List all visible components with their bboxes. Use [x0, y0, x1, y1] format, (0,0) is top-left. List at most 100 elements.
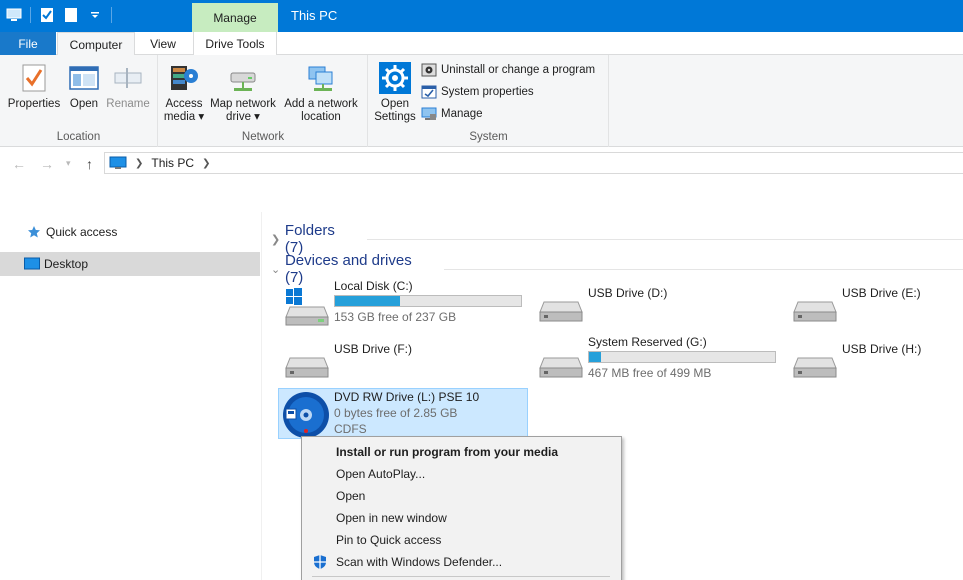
tab-computer[interactable]: Computer — [57, 32, 135, 56]
usb-drive-icon — [792, 348, 838, 388]
group-label-location: Location — [56, 131, 101, 143]
properties-check-icon[interactable] — [39, 6, 55, 24]
usb-drive-icon — [538, 292, 584, 332]
toolbar-divider — [30, 7, 31, 23]
menu-item-pin-quick-access[interactable]: Pin to Quick access — [302, 529, 621, 551]
quick-access-label: Quick access — [46, 225, 118, 239]
pane-splitter[interactable] — [261, 212, 262, 580]
windows-hard-drive-icon — [284, 287, 330, 327]
drive-c-usage-bar — [334, 295, 522, 307]
usb-drive-icon — [792, 292, 838, 332]
menu-item-install-run[interactable]: Install or run program from your media — [302, 441, 621, 463]
manage-context-tab[interactable]: Manage — [192, 3, 278, 32]
context-menu: Install or run program from your media O… — [301, 436, 622, 580]
desktop-icon — [24, 256, 40, 272]
tab-file[interactable]: File — [0, 32, 56, 55]
nav-item-desktop[interactable]: Desktop — [0, 252, 260, 276]
drive-d-name: USB Drive (D:) — [588, 286, 668, 300]
add-location-label-1: Add a network — [284, 98, 358, 110]
drive-h-name: USB Drive (H:) — [842, 342, 922, 356]
breadcrumb-this-pc[interactable]: This PC — [151, 156, 194, 170]
folders-section-header[interactable]: ❯ Folders (7) — [271, 222, 963, 256]
usb-drive-icon — [284, 348, 330, 388]
open-settings-label-1: Open — [380, 98, 410, 110]
drive-c[interactable]: Local Disk (C:) 153 GB free of 237 GB — [278, 279, 528, 329]
menu-item-scan-defender[interactable]: Scan with Windows Defender... — [302, 551, 621, 573]
system-properties-icon — [421, 84, 437, 100]
nav-item-quick-access[interactable]: Quick access — [0, 220, 260, 244]
open-settings-label-2: Settings — [374, 111, 416, 123]
network-drive-icon — [227, 61, 259, 95]
toolbar-divider — [111, 7, 112, 23]
address-bar[interactable]: ❯ This PC ❯ — [104, 152, 963, 174]
menu-separator — [312, 576, 610, 577]
quick-access-toolbar — [6, 6, 112, 24]
drive-g-name: System Reserved (G:) — [588, 335, 707, 349]
drive-f-name: USB Drive (F:) — [334, 342, 412, 356]
open-window-icon — [68, 61, 100, 95]
ribbon-group-network: Access media ▾ Map network drive ▾ Add a… — [159, 55, 368, 147]
drive-c-free-space: 153 GB free of 237 GB — [334, 310, 457, 324]
menu-item-open-new-window[interactable]: Open in new window — [302, 507, 621, 529]
computer-management-icon — [421, 106, 437, 122]
star-icon — [26, 224, 42, 240]
drive-c-name: Local Disk (C:) — [334, 279, 413, 293]
uninstall-program-button[interactable]: Uninstall or change a program — [421, 61, 595, 79]
computer-icon[interactable] — [6, 6, 22, 24]
drive-g[interactable]: System Reserved (G:) 467 MB free of 499 … — [532, 335, 782, 385]
drive-h[interactable]: USB Drive (H:) — [786, 342, 963, 392]
properties-button[interactable]: Properties — [6, 61, 62, 111]
breadcrumb-chevron-icon[interactable]: ❯ — [135, 158, 143, 169]
manage-button[interactable]: Manage — [421, 105, 483, 123]
drive-f[interactable]: USB Drive (F:) — [278, 342, 528, 392]
manage-label: Manage — [441, 108, 483, 120]
customize-toolbar-chevron-icon[interactable] — [87, 6, 103, 24]
drive-l-free-space: 0 bytes free of 2.85 GB — [334, 406, 458, 420]
drive-g-usage-bar — [588, 351, 776, 363]
open-button[interactable]: Open — [66, 61, 102, 111]
recent-locations-chevron-icon[interactable]: ▾ — [66, 158, 71, 169]
rename-button[interactable]: Rename — [104, 61, 152, 111]
drive-c-usage-fill — [335, 296, 401, 306]
tab-view[interactable]: View — [140, 32, 186, 55]
ribbon-group-location: Properties Open Rename Location — [0, 55, 158, 147]
drive-g-free-space: 467 MB free of 499 MB — [588, 366, 712, 380]
chevron-right-icon: ❯ — [271, 233, 281, 246]
drive-d[interactable]: USB Drive (D:) — [532, 286, 782, 336]
system-properties-button[interactable]: System properties — [421, 83, 534, 101]
back-arrow-icon[interactable]: ← — [12, 156, 26, 172]
access-media-button[interactable]: Access media ▾ — [163, 61, 205, 124]
map-drive-label-1: Map network — [210, 98, 276, 110]
access-media-label-2: media ▾ — [163, 111, 205, 123]
window-title: This PC — [291, 8, 338, 23]
group-label-network: Network — [241, 131, 285, 143]
open-settings-button[interactable]: Open Settings — [371, 61, 419, 124]
ribbon-group-system: Open Settings Uninstall or change a prog… — [369, 55, 609, 147]
add-location-label-2: location — [301, 111, 341, 123]
group-label-system: System — [469, 131, 508, 143]
hard-drive-icon — [538, 348, 584, 388]
folders-section-label: Folders (7) — [284, 222, 335, 256]
media-icon — [168, 61, 200, 95]
uninstall-label: Uninstall or change a program — [441, 64, 596, 76]
map-network-drive-button[interactable]: Map network drive ▾ — [207, 61, 279, 124]
open-label: Open — [69, 98, 99, 110]
drive-l[interactable]: DVD RW Drive (L:) PSE 10 0 bytes free of… — [278, 390, 528, 441]
menu-item-open-autoplay[interactable]: Open AutoPlay... — [302, 463, 621, 485]
chevron-down-icon: ⌄ — [271, 263, 281, 276]
access-media-label-1: Access — [165, 98, 203, 110]
menu-item-open[interactable]: Open — [302, 485, 621, 507]
forward-arrow-icon[interactable]: → — [40, 156, 54, 172]
drive-l-name: DVD RW Drive (L:) PSE 10 — [334, 390, 480, 404]
network-location-icon — [305, 61, 337, 95]
windows-defender-shield-icon — [312, 554, 328, 570]
this-pc-icon — [109, 156, 127, 170]
breadcrumb-chevron-icon[interactable]: ❯ — [202, 158, 210, 169]
add-network-location-button[interactable]: Add a network location — [281, 61, 361, 124]
drive-e[interactable]: USB Drive (E:) — [786, 286, 963, 336]
properties-label: Properties — [7, 98, 61, 110]
tab-drive-tools[interactable]: Drive Tools — [193, 32, 277, 55]
up-arrow-icon[interactable]: ↑ — [86, 156, 93, 172]
settings-gear-icon — [379, 61, 411, 95]
new-folder-icon[interactable] — [63, 6, 79, 24]
